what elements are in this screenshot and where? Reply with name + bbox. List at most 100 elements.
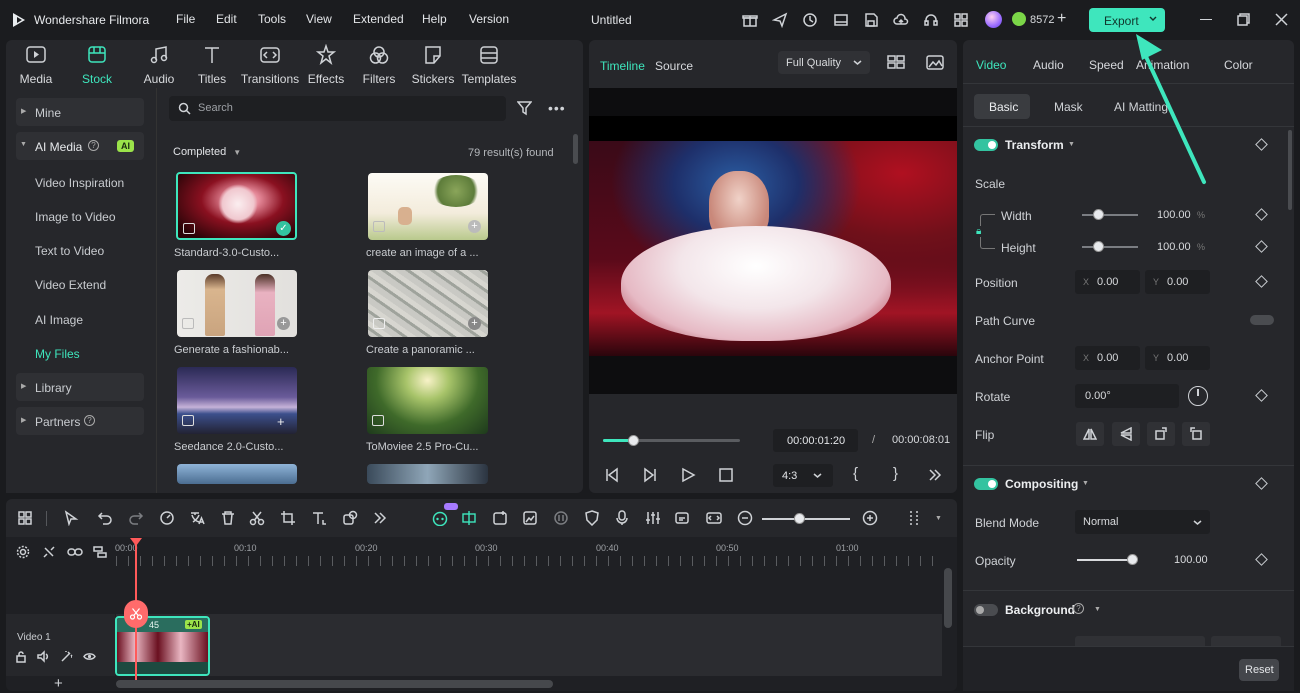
media-thumbnail[interactable]: ✓ xyxy=(176,172,297,240)
add-credits-button[interactable]: + xyxy=(1057,10,1066,28)
menu-extended[interactable]: Extended xyxy=(353,12,404,26)
tab-video[interactable]: Video xyxy=(976,58,1006,72)
text-tool-icon[interactable] xyxy=(311,510,327,526)
microphone-icon[interactable] xyxy=(614,510,630,526)
height-value[interactable]: 100.00 xyxy=(1157,241,1191,253)
stop-icon[interactable] xyxy=(719,468,733,482)
ai-mate-icon[interactable] xyxy=(431,510,449,526)
unlink-icon[interactable] xyxy=(42,545,56,559)
subtab-mask[interactable]: Mask xyxy=(1054,100,1083,114)
link-icon[interactable] xyxy=(67,545,83,559)
layout-icon[interactable] xyxy=(833,12,849,28)
compositing-toggle[interactable] xyxy=(974,478,998,490)
tab-audio-props[interactable]: Audio xyxy=(1033,58,1064,72)
track-settings-icon[interactable] xyxy=(16,545,30,559)
width-slider[interactable] xyxy=(1082,214,1138,216)
media-scrollbar[interactable] xyxy=(573,134,578,164)
minimize-button[interactable] xyxy=(1200,19,1212,20)
grid-view-icon[interactable] xyxy=(887,55,905,69)
aspect-ratio-dropdown[interactable]: 4:3 xyxy=(773,464,833,487)
timeline-zoom-handle[interactable] xyxy=(794,513,805,524)
crop-icon[interactable] xyxy=(280,510,296,526)
sidebar-item-text-to-video[interactable]: Text to Video xyxy=(16,236,144,264)
rotate-right-button[interactable] xyxy=(1147,422,1175,446)
image-edit-icon[interactable] xyxy=(522,510,538,526)
ai-copilot-icon[interactable] xyxy=(492,510,508,526)
sidebar-item-partners[interactable]: ▶ Partners ? xyxy=(16,407,144,435)
opacity-slider-handle[interactable] xyxy=(1127,554,1138,565)
menu-tools[interactable]: Tools xyxy=(258,12,286,26)
properties-scrollbar[interactable] xyxy=(1288,130,1292,210)
sidebar-item-video-extend[interactable]: Video Extend xyxy=(16,270,144,298)
tab-transitions[interactable]: Transitions xyxy=(239,44,301,86)
tab-color[interactable]: Color xyxy=(1224,58,1253,72)
height-slider[interactable] xyxy=(1082,246,1138,248)
select-tool-icon[interactable] xyxy=(63,510,79,526)
add-icon[interactable]: + xyxy=(277,317,290,330)
position-x-field[interactable]: X 0.00 xyxy=(1075,270,1140,294)
more-tools-icon[interactable] xyxy=(372,510,388,526)
send-icon[interactable] xyxy=(772,12,788,28)
apps-grid-icon[interactable] xyxy=(953,12,969,28)
menu-view[interactable]: View xyxy=(306,12,332,26)
add-track-button[interactable]: + xyxy=(54,675,63,692)
snapshot-frame-icon[interactable] xyxy=(706,510,722,526)
user-avatar[interactable] xyxy=(985,11,1002,28)
menu-file[interactable]: File xyxy=(176,12,195,26)
help-icon[interactable]: ? xyxy=(1073,603,1084,614)
position-y-field[interactable]: Y 0.00 xyxy=(1145,270,1210,294)
sidebar-item-my-files[interactable]: My Files xyxy=(16,339,144,367)
lock-track-icon[interactable] xyxy=(15,650,27,663)
background-type-dropdown[interactable] xyxy=(1075,636,1205,646)
sidebar-item-video-inspiration[interactable]: Video Inspiration xyxy=(16,168,144,196)
subtab-basic[interactable]: Basic xyxy=(974,94,1030,119)
media-thumbnail[interactable]: + xyxy=(177,270,297,337)
video-canvas[interactable] xyxy=(589,88,957,394)
background-toggle[interactable] xyxy=(974,604,998,616)
close-button[interactable] xyxy=(1275,13,1288,26)
zoom-in-icon[interactable] xyxy=(862,510,878,526)
help-icon[interactable]: ? xyxy=(84,415,95,426)
more-controls-icon[interactable] xyxy=(927,467,943,483)
visibility-eye-icon[interactable] xyxy=(83,651,96,662)
save-icon[interactable] xyxy=(863,12,879,28)
track-effect-icon[interactable] xyxy=(60,650,73,663)
help-icon[interactable]: ? xyxy=(88,140,99,151)
filter-icon[interactable] xyxy=(517,101,532,116)
tab-stickers[interactable]: Stickers xyxy=(405,44,461,86)
search-input[interactable]: Search xyxy=(169,96,506,121)
restore-button[interactable] xyxy=(1237,13,1250,26)
split-scissors-icon[interactable] xyxy=(249,510,265,526)
redo-icon[interactable] xyxy=(128,510,144,526)
tab-speed[interactable]: Speed xyxy=(1089,58,1124,72)
stabilize-icon[interactable] xyxy=(553,510,569,526)
mark-out-icon[interactable]: } xyxy=(893,465,898,482)
width-slider-handle[interactable] xyxy=(1093,209,1104,220)
delete-icon[interactable] xyxy=(220,510,236,526)
rotate-left-button[interactable] xyxy=(1182,422,1210,446)
blend-mode-dropdown[interactable]: Normal xyxy=(1075,510,1210,534)
export-button[interactable]: Export xyxy=(1089,8,1165,32)
path-curve-toggle[interactable] xyxy=(1250,315,1274,325)
opacity-slider[interactable] xyxy=(1077,559,1132,561)
sidebar-item-mine[interactable]: ▶ Mine xyxy=(16,98,144,126)
undo-icon[interactable] xyxy=(97,510,113,526)
flip-horizontal-button[interactable] xyxy=(1076,422,1104,446)
tab-effects[interactable]: Effects xyxy=(298,44,354,86)
play-icon[interactable] xyxy=(680,467,696,483)
more-options-icon[interactable]: ••• xyxy=(548,100,566,116)
background-apply-button[interactable] xyxy=(1211,636,1281,646)
quality-dropdown[interactable]: Full Quality xyxy=(778,51,870,74)
caret-down-icon[interactable]: ▼ xyxy=(1082,480,1089,487)
media-thumbnail[interactable] xyxy=(367,464,488,484)
height-slider-handle[interactable] xyxy=(1093,241,1104,252)
width-value[interactable]: 100.00 xyxy=(1157,209,1191,221)
snapshot-icon[interactable] xyxy=(926,55,944,70)
media-thumbnail[interactable]: + xyxy=(368,173,488,240)
timeline-vertical-scrollbar[interactable] xyxy=(944,568,952,628)
speed-ramp-icon[interactable] xyxy=(159,510,175,526)
headset-icon[interactable] xyxy=(923,12,939,28)
media-thumbnail[interactable]: + xyxy=(177,367,297,434)
cloud-upload-icon[interactable] xyxy=(893,12,909,28)
mask-shape-icon[interactable] xyxy=(342,510,358,526)
